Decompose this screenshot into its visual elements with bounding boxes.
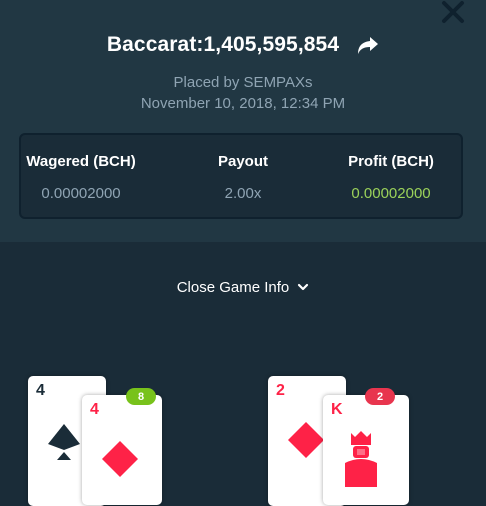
placed-by-text: Placed by SEMPAXs (173, 74, 313, 91)
wagered-value: 0.00002000 (41, 185, 121, 202)
diamond-icon (102, 441, 138, 477)
payout-value: 2.00x (224, 185, 262, 202)
share-icon[interactable] (357, 35, 379, 55)
title-row: Baccarat:1,405,595,854 (0, 28, 486, 62)
close-game-info-button[interactable]: Close Game Info (0, 276, 486, 298)
close-game-info-label: Close Game Info (176, 278, 290, 296)
payout-label: Payout (217, 153, 268, 170)
king-figure-icon (345, 431, 377, 487)
profit-value: 0.00002000 (351, 185, 431, 202)
page-title: Baccarat:1,405,595,854 (106, 33, 340, 56)
banker-card-2: K (323, 395, 409, 505)
card-rank: 2 (276, 382, 285, 399)
chevron-down-icon (298, 283, 309, 291)
diamond-icon (288, 422, 324, 458)
bet-date: November 10, 2018, 12:34 PM (140, 95, 346, 112)
wagered-label: Wagered (BCH) (26, 153, 136, 170)
player-score-badge: 8 (126, 388, 156, 405)
banker-score-badge: 2 (365, 388, 395, 405)
close-icon[interactable] (440, 0, 466, 24)
profit-label: Profit (BCH) (348, 153, 434, 170)
card-rank: K (331, 401, 343, 418)
bet-stats-box: Wagered (BCH) 0.00002000 Payout 2.00x Pr… (19, 133, 463, 219)
spade-icon (48, 424, 80, 460)
card-rank: 4 (36, 382, 45, 399)
player-card-2: 4 (82, 395, 162, 505)
card-rank: 4 (90, 401, 99, 418)
